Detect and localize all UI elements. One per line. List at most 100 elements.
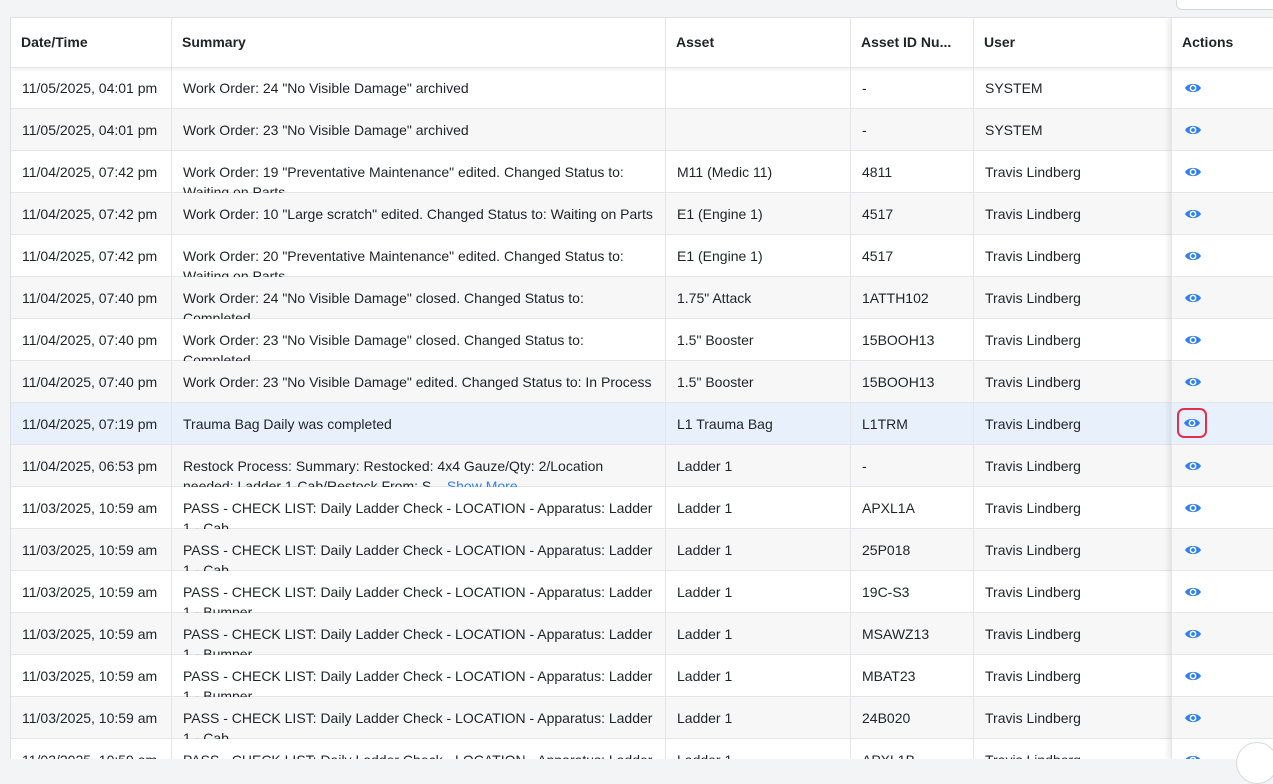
cell-asset: M11 (Medic 11): [666, 151, 851, 193]
cell-user: Travis Lindberg: [974, 235, 1172, 277]
eye-icon[interactable]: [1184, 667, 1202, 685]
eye-icon[interactable]: [1184, 289, 1202, 307]
cell-date: 11/03/2025, 10:59 am: [11, 529, 172, 571]
cell-date: 11/04/2025, 07:40 pm: [11, 319, 172, 361]
cell-actions: [1172, 697, 1273, 739]
column-header-asset-id[interactable]: Asset ID Nu...: [851, 18, 974, 67]
summary-text: PASS - CHECK LIST: Daily Ladder Check - …: [183, 500, 653, 529]
eye-icon[interactable]: [1184, 499, 1202, 517]
cell-date: 11/03/2025, 10:59 am: [11, 487, 172, 529]
table-row[interactable]: 11/04/2025, 07:40 pm Work Order: 23 "No V…: [11, 319, 1273, 361]
column-header-user[interactable]: User: [974, 18, 1172, 67]
cell-asset-id: 19C-S3: [851, 571, 974, 613]
audit-log-table: Date/Time Summary Asset Asset ID Nu... U…: [10, 17, 1273, 759]
cell-asset: Ladder 1: [666, 445, 851, 487]
eye-icon[interactable]: [1184, 205, 1202, 223]
cell-actions: [1172, 193, 1273, 235]
eye-icon[interactable]: [1184, 541, 1202, 559]
table-row[interactable]: 11/04/2025, 06:53 pm Restock Process: Sum…: [11, 445, 1273, 487]
table-row[interactable]: 11/04/2025, 07:42 pm Work Order: 20 "Prev…: [11, 235, 1273, 277]
summary-text: PASS - CHECK LIST: Daily Ladder Check - …: [183, 668, 653, 697]
eye-icon[interactable]: [1184, 457, 1202, 475]
cell-summary: PASS - CHECK LIST: Daily Ladder Check - …: [172, 697, 666, 739]
cell-asset: Ladder 1: [666, 613, 851, 655]
cell-asset: 1.75" Attack: [666, 277, 851, 319]
eye-icon[interactable]: [1184, 709, 1202, 727]
table-row[interactable]: 11/04/2025, 07:40 pm Work Order: 24 "No V…: [11, 277, 1273, 319]
cell-summary: PASS - CHECK LIST: Daily Ladder Check - …: [172, 571, 666, 613]
toolbar-control[interactable]: [1176, 0, 1273, 10]
cell-actions: [1172, 571, 1273, 613]
eye-icon[interactable]: [1184, 583, 1202, 601]
cell-actions: [1172, 445, 1273, 487]
cell-actions: [1172, 655, 1273, 697]
table-row[interactable]: 11/03/2025, 10:59 am PASS - CHECK LIST: D…: [11, 487, 1273, 529]
eye-icon[interactable]: [1184, 625, 1202, 643]
cell-asset: [666, 109, 851, 151]
cell-summary: Work Order: 24 "No Visible Damage" archi…: [172, 67, 666, 109]
summary-text: Work Order: 10 "Large scratch" edited. C…: [183, 206, 653, 222]
column-header-date[interactable]: Date/Time: [11, 18, 172, 67]
eye-icon[interactable]: [1183, 414, 1201, 432]
cell-asset: 1.5" Booster: [666, 361, 851, 403]
eye-icon[interactable]: [1184, 79, 1202, 97]
table-row[interactable]: 11/05/2025, 04:01 pm Work Order: 23 "No V…: [11, 109, 1273, 151]
cell-asset-id: -: [851, 67, 974, 109]
cell-asset-id: MBAT23: [851, 655, 974, 697]
cell-actions: [1172, 67, 1273, 109]
table-row[interactable]: 11/05/2025, 04:01 pm Work Order: 24 "No V…: [11, 67, 1273, 109]
eye-icon[interactable]: [1184, 373, 1202, 391]
summary-text: Work Order: 19 "Preventative Maintenance…: [183, 164, 624, 193]
cell-asset-id: 4811: [851, 151, 974, 193]
table-row[interactable]: 11/04/2025, 07:40 pm Work Order: 23 "No V…: [11, 361, 1273, 403]
column-header-summary[interactable]: Summary: [172, 18, 666, 67]
cell-asset-id: -: [851, 109, 974, 151]
table-row[interactable]: 11/03/2025, 10:59 amPASS - CHECK LIST: D…: [11, 739, 1273, 759]
cell-actions: [1172, 403, 1273, 445]
view-button-focused[interactable]: [1177, 408, 1207, 438]
show-more-link[interactable]: Show More: [447, 478, 518, 487]
cell-actions: [1172, 487, 1273, 529]
cell-asset-id: 1ATTH102: [851, 277, 974, 319]
table-row[interactable]: 11/04/2025, 07:42 pm Work Order: 10 "Larg…: [11, 193, 1273, 235]
cell-actions: [1172, 109, 1273, 151]
summary-text: Work Order: 24 "No Visible Damage" close…: [183, 290, 584, 319]
eye-icon[interactable]: [1184, 247, 1202, 265]
table-row[interactable]: 11/04/2025, 07:19 pm Trauma Bag Daily was…: [11, 403, 1273, 445]
cell-user: Travis Lindberg: [974, 319, 1172, 361]
scroll-button[interactable]: [1236, 742, 1273, 784]
table-row[interactable]: 11/03/2025, 10:59 amPASS - CHECK LIST: D…: [11, 613, 1273, 655]
cell-date: 11/04/2025, 07:42 pm: [11, 151, 172, 193]
summary-text: Work Order: 24 "No Visible Damage" archi…: [183, 80, 469, 96]
table-row[interactable]: 11/04/2025, 07:42 pm Work Order: 19 "Prev…: [11, 151, 1273, 193]
table-row[interactable]: 11/03/2025, 10:59 amPASS - CHECK LIST: D…: [11, 655, 1273, 697]
table-row[interactable]: 11/03/2025, 10:59 amPASS - CHECK LIST: D…: [11, 571, 1273, 613]
eye-icon[interactable]: [1184, 163, 1202, 181]
cell-date: 11/03/2025, 10:59 am: [11, 613, 172, 655]
cell-date: 11/04/2025, 07:42 pm: [11, 235, 172, 277]
eye-icon[interactable]: [1184, 121, 1202, 139]
cell-summary: Work Order: 23 "No Visible Damage" archi…: [172, 109, 666, 151]
cell-date: 11/04/2025, 07:42 pm: [11, 193, 172, 235]
cell-asset-id: APXL1A: [851, 487, 974, 529]
cell-asset-id: 24B020: [851, 697, 974, 739]
cell-date: 11/05/2025, 04:01 pm: [11, 109, 172, 151]
cell-summary: Work Order: 10 "Large scratch" edited. C…: [172, 193, 666, 235]
eye-icon[interactable]: [1184, 331, 1202, 349]
cell-asset: Ladder 1: [666, 697, 851, 739]
column-header-asset[interactable]: Asset: [666, 18, 851, 67]
cell-asset-id: 15BOOH13: [851, 361, 974, 403]
cell-asset-id: 15BOOH13: [851, 319, 974, 361]
cell-user: Travis Lindberg: [974, 529, 1172, 571]
summary-text: PASS - CHECK LIST: Daily Ladder Check - …: [183, 710, 653, 739]
table-row[interactable]: 11/03/2025, 10:59 amPASS - CHECK LIST: D…: [11, 529, 1273, 571]
summary-text: Work Order: 23 "No Visible Damage" close…: [183, 332, 584, 361]
cell-actions: [1172, 361, 1273, 403]
cell-asset-id: L1TRM: [851, 403, 974, 445]
cell-date: 11/03/2025, 10:59 am: [11, 739, 172, 759]
table-row[interactable]: 11/03/2025, 10:59 amPASS - CHECK LIST: D…: [11, 697, 1273, 739]
column-header-actions: Actions: [1182, 34, 1234, 50]
cell-summary: PASS - CHECK LIST: Daily Ladder Check - …: [172, 655, 666, 697]
cell-actions: [1172, 151, 1273, 193]
cell-user: Travis Lindberg: [974, 613, 1172, 655]
